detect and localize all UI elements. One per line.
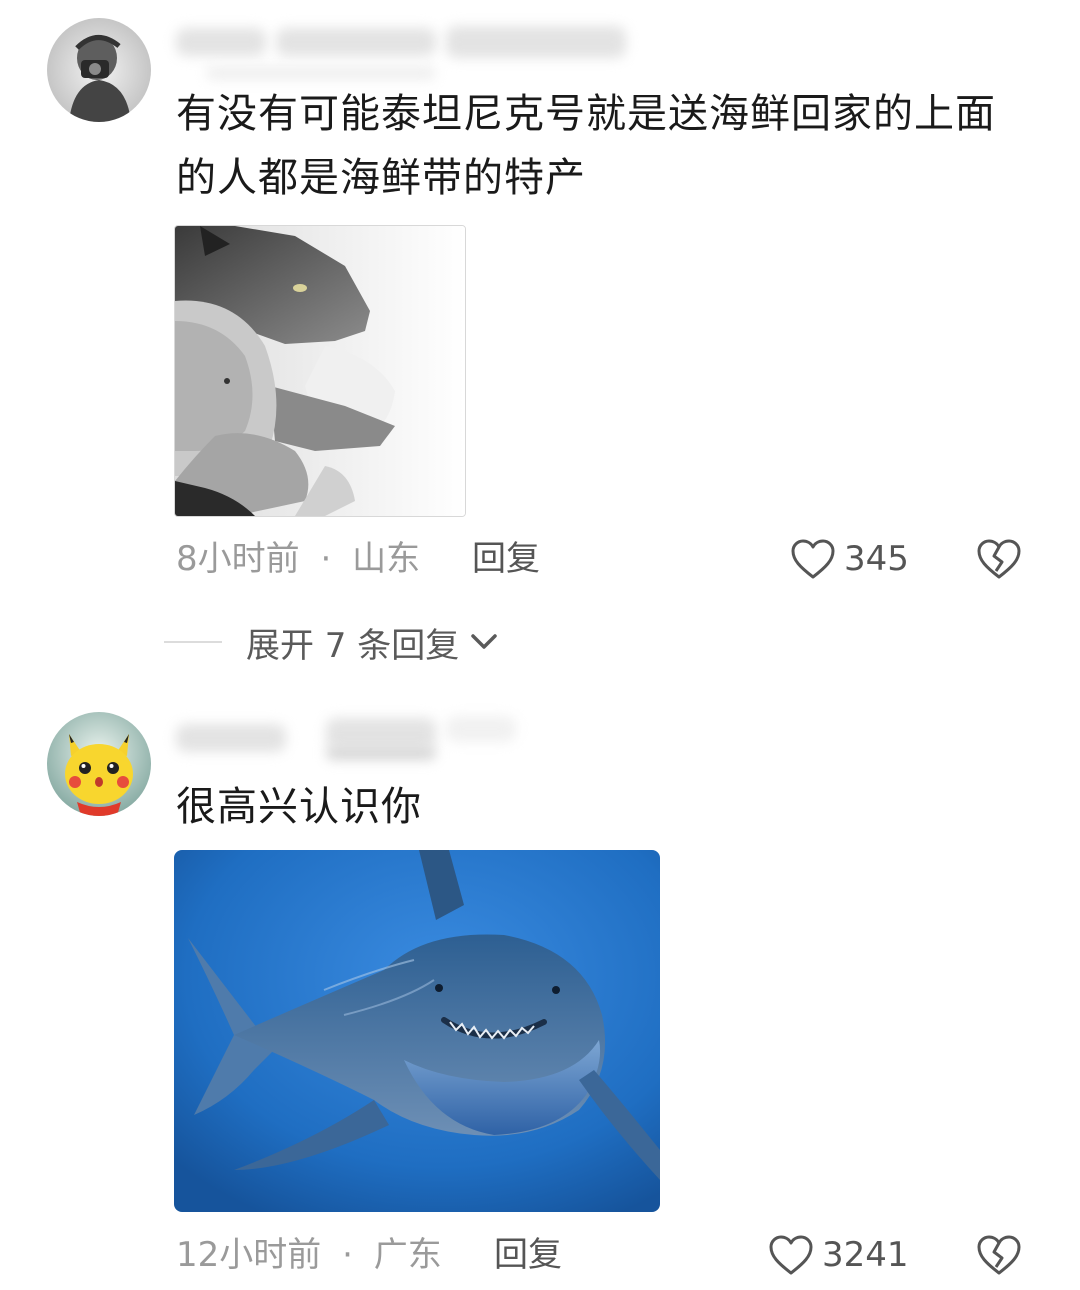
dislike-button[interactable] [976, 1234, 1022, 1290]
heart-outline-icon [769, 1235, 813, 1275]
comment-meta: 12小时前 · 广东 回复 3241 [176, 1230, 1036, 1280]
comment-meta: 8小时前 · 山东 回复 345 [176, 534, 1036, 584]
reply-button[interactable]: 回复 [494, 1230, 562, 1280]
chevron-down-icon [471, 634, 497, 649]
broken-heart-icon [977, 1235, 1021, 1275]
like-button[interactable]: 3241 [768, 1230, 909, 1280]
dislike-button[interactable] [976, 538, 1022, 594]
avatar[interactable] [47, 18, 151, 122]
expand-replies-label: 展开 7 条回复 [246, 625, 460, 666]
like-count: 345 [844, 539, 909, 579]
username-redacted[interactable] [176, 716, 616, 760]
comment-text: 很高兴认识你 [176, 784, 422, 830]
comment-location: 山东 [352, 539, 421, 579]
like-button[interactable]: 345 [790, 534, 909, 584]
avatar[interactable] [47, 712, 151, 816]
broken-heart-icon [977, 539, 1021, 579]
like-count: 3241 [822, 1235, 909, 1275]
comment-time: 12小时前 [176, 1235, 322, 1275]
comment-image-shark[interactable] [174, 850, 660, 1212]
meta-separator: · [320, 539, 332, 579]
username-redacted[interactable] [176, 22, 626, 80]
comment-location: 广东 [373, 1235, 442, 1275]
expand-replies-button[interactable]: 展开 7 条回复 [164, 620, 501, 666]
comment-time: 8小时前 [176, 539, 300, 579]
meta-separator: · [342, 1235, 353, 1275]
comment-text: 有没有可能泰坦尼克号就是送海鲜回家的上面的人都是海鲜带的特产 [176, 91, 996, 201]
divider [164, 641, 222, 643]
reply-button[interactable]: 回复 [472, 534, 540, 584]
heart-outline-icon [791, 539, 835, 579]
comment-image-cat-baby[interactable] [174, 225, 466, 517]
